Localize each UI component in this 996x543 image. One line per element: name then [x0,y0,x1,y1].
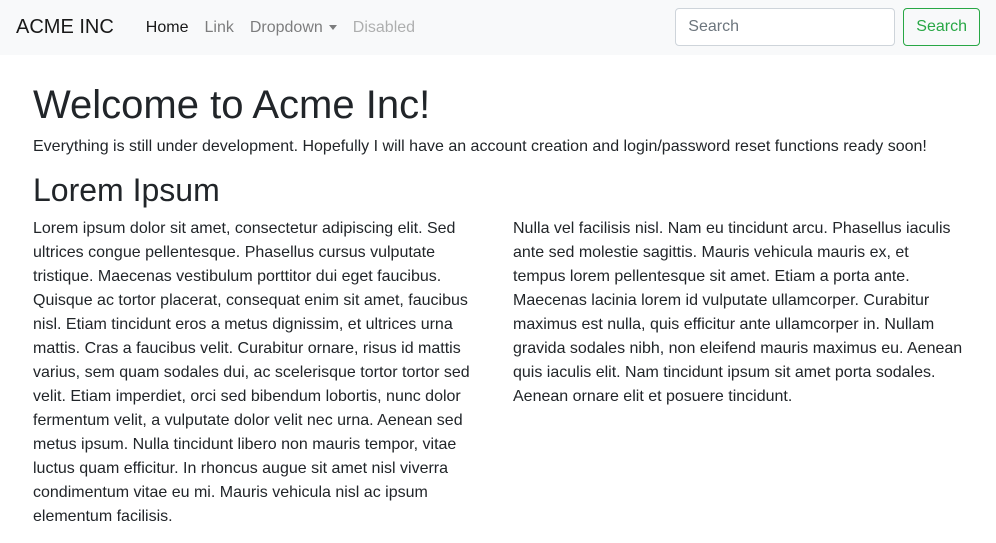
paragraph-right: Nulla vel facilisis nisl. Nam eu tincidu… [513,220,963,406]
caret-down-icon [328,25,337,30]
nav-dropdown-toggle[interactable]: Dropdown [242,19,345,37]
navbar: ACME INC Home Link Dropdown Disabled Sea… [0,0,996,55]
paragraph-left: Lorem ipsum dolor sit amet, consectetur … [33,220,470,526]
nav-disabled-link: Disabled [352,18,416,36]
brand-logo[interactable]: ACME INC [16,16,114,39]
page-title: Welcome to Acme Inc! [33,83,431,127]
content-columns: Lorem ipsum dolor sit amet, consectetur … [33,217,963,529]
nav-links: Home Link Dropdown Disabled [138,19,423,37]
nav-home-link[interactable]: Home [138,19,197,37]
nav-dropdown-label: Dropdown [249,18,323,36]
intro-text: Everything is still under development. H… [33,138,927,155]
search-form: Search [675,8,980,46]
section-title: Lorem Ipsum [33,172,220,208]
nav-link[interactable]: Link [196,19,241,37]
main-content: Welcome to Acme Inc! Everything is still… [0,81,996,529]
search-input[interactable] [675,8,896,46]
search-button[interactable]: Search [903,8,980,46]
